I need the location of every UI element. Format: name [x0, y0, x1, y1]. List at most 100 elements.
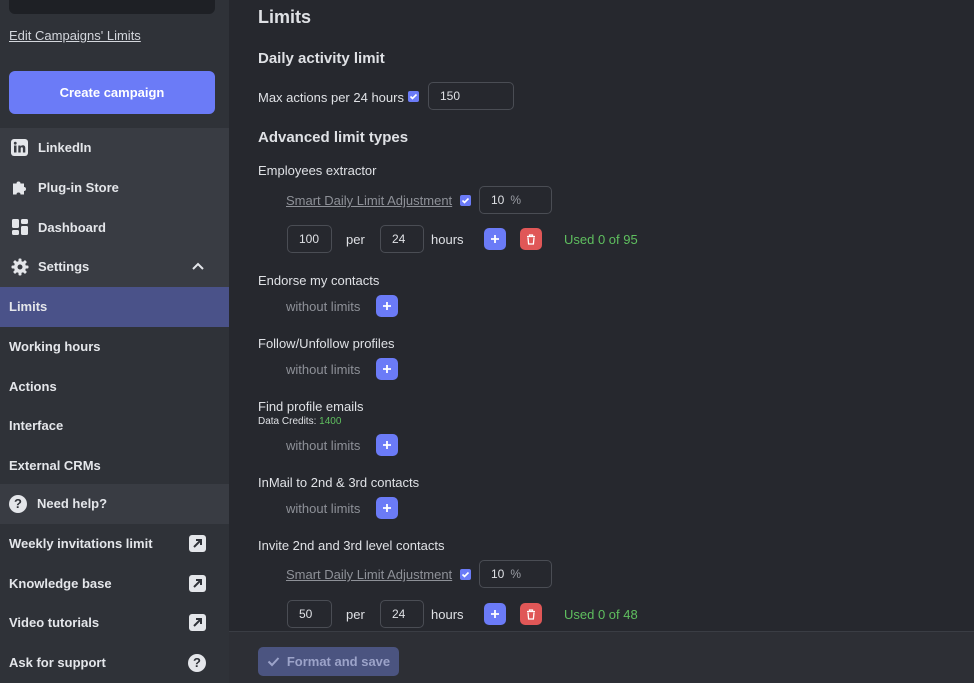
limit-name-invite: Invite 2nd and 3rd level contacts [258, 538, 445, 553]
page-title: Limits [258, 7, 312, 27]
plus-icon [383, 302, 391, 310]
help-link-weekly-invitations[interactable]: Weekly invitations limit [0, 524, 229, 564]
without-limits-text: without limits [286, 362, 361, 377]
nav-label: LinkedIn [38, 140, 92, 156]
hours-label: hours [431, 607, 464, 622]
limit-count-input[interactable]: 100 [287, 225, 332, 253]
sidebar-item-limits[interactable]: Limits [0, 287, 229, 327]
without-limits-text: without limits [286, 501, 361, 516]
external-link-icon [189, 535, 206, 553]
data-credits-value: 1400 [319, 416, 342, 427]
per-label: per [346, 607, 365, 622]
limit-hours-input[interactable]: 24 [380, 225, 424, 253]
add-limit-button[interactable] [376, 497, 398, 519]
nav-item-settings[interactable]: Settings [0, 247, 229, 287]
data-credits-label: Data Credits: [258, 416, 317, 427]
limit-name-employees-extractor: Employees extractor [258, 163, 377, 178]
trash-icon [527, 233, 535, 245]
smart-limit-link[interactable]: Smart Daily Limit Adjustment [286, 567, 452, 582]
data-credits: Data Credits: 1400 [258, 416, 341, 427]
trash-icon [527, 608, 535, 620]
nav-label: Settings [38, 259, 90, 275]
help-link-label: Ask for support [9, 655, 106, 671]
check-icon [267, 657, 280, 667]
limit-name-follow: Follow/Unfollow profiles [258, 336, 395, 351]
without-limits-text: without limits [286, 299, 361, 314]
smart-percent-input[interactable]: 10% [479, 560, 552, 588]
question-icon: ? [9, 494, 27, 513]
nav-item-dashboard[interactable]: Dashboard [0, 207, 229, 247]
limit-name-find-emails: Find profile emails [258, 399, 364, 414]
sidebar-item-working-hours[interactable]: Working hours [0, 327, 229, 367]
external-link-icon [189, 614, 206, 632]
max-actions-input[interactable]: 150 [428, 82, 514, 110]
max-actions-checkbox[interactable] [408, 91, 419, 102]
usage-status: Used 0 of 48 [564, 607, 638, 622]
smart-limit-link[interactable]: Smart Daily Limit Adjustment [286, 193, 452, 208]
edit-campaigns-limits-link[interactable]: Edit Campaigns' Limits [9, 28, 141, 43]
chevron-up-icon[interactable] [191, 259, 205, 276]
save-button-label: Format and save [286, 654, 391, 669]
nav-label: Dashboard [38, 219, 106, 235]
smart-limit-checkbox[interactable] [460, 569, 471, 580]
linkedin-icon [10, 138, 29, 157]
daily-limit-title: Daily activity limit [258, 50, 385, 67]
add-limit-button[interactable] [484, 228, 506, 250]
settings-submenu: Limits Working hours Actions Interface E… [0, 287, 229, 486]
add-limit-button[interactable] [376, 358, 398, 380]
limit-name-endorse: Endorse my contacts [258, 273, 380, 288]
footer-bar: Format and save [229, 631, 974, 683]
nav-item-plugin-store[interactable]: Plug-in Store [0, 168, 229, 208]
add-limit-button[interactable] [484, 603, 506, 625]
max-actions-label: Max actions per 24 hours [258, 90, 404, 105]
add-limit-button[interactable] [376, 295, 398, 317]
puzzle-icon [10, 178, 29, 197]
smart-limit-checkbox[interactable] [460, 195, 471, 206]
sidebar-item-interface[interactable]: Interface [0, 406, 229, 446]
help-link-ask-support[interactable]: Ask for support ? [0, 643, 229, 683]
question-icon: ? [188, 653, 206, 672]
need-help-header: ? Need help? [0, 484, 229, 524]
main-nav: LinkedIn Plug-in Store Dashboard Setting… [0, 128, 229, 287]
gear-icon [10, 257, 29, 276]
plus-icon [491, 610, 499, 618]
plus-icon [383, 504, 391, 512]
campaign-selector[interactable] [9, 0, 215, 14]
help-link-video-tutorials[interactable]: Video tutorials [0, 603, 229, 643]
percent-sign: % [510, 193, 522, 207]
plus-icon [383, 441, 391, 449]
delete-limit-button[interactable] [520, 228, 542, 250]
dashboard-icon [10, 218, 29, 237]
percent-sign: % [510, 567, 522, 581]
hours-label: hours [431, 232, 464, 247]
sidebar: Edit Campaigns' Limits Create campaign L… [0, 0, 229, 683]
plus-icon [491, 235, 499, 243]
delete-limit-button[interactable] [520, 603, 542, 625]
help-link-knowledge-base[interactable]: Knowledge base [0, 563, 229, 603]
usage-status: Used 0 of 95 [564, 232, 638, 247]
add-limit-button[interactable] [376, 434, 398, 456]
without-limits-text: without limits [286, 438, 361, 453]
help-link-label: Knowledge base [9, 575, 112, 591]
format-save-button[interactable]: Format and save [258, 647, 399, 676]
sidebar-item-actions[interactable]: Actions [0, 366, 229, 406]
limit-name-inmail: InMail to 2nd & 3rd contacts [258, 475, 420, 490]
help-link-label: Weekly invitations limit [9, 536, 153, 552]
external-link-icon [189, 574, 206, 592]
help-link-label: Video tutorials [9, 615, 100, 631]
smart-percent-value: 10 [491, 193, 505, 207]
smart-percent-value: 10 [491, 567, 505, 581]
advanced-limits-title: Advanced limit types [258, 129, 409, 146]
limit-count-input[interactable]: 50 [287, 600, 332, 628]
limit-hours-input[interactable]: 24 [380, 600, 424, 628]
plus-icon [383, 365, 391, 373]
create-campaign-button[interactable]: Create campaign [9, 71, 215, 114]
help-section: ? Need help? Weekly invitations limit Kn… [0, 484, 229, 683]
sidebar-item-external-crms[interactable]: External CRMs [0, 446, 229, 486]
nav-item-linkedin[interactable]: LinkedIn [0, 128, 229, 168]
nav-label: Plug-in Store [38, 180, 119, 196]
per-label: per [346, 232, 365, 247]
main-content: Limits Daily activity limit Max actions … [229, 0, 974, 683]
help-title: Need help? [37, 496, 108, 512]
smart-percent-input[interactable]: 10% [479, 186, 552, 214]
